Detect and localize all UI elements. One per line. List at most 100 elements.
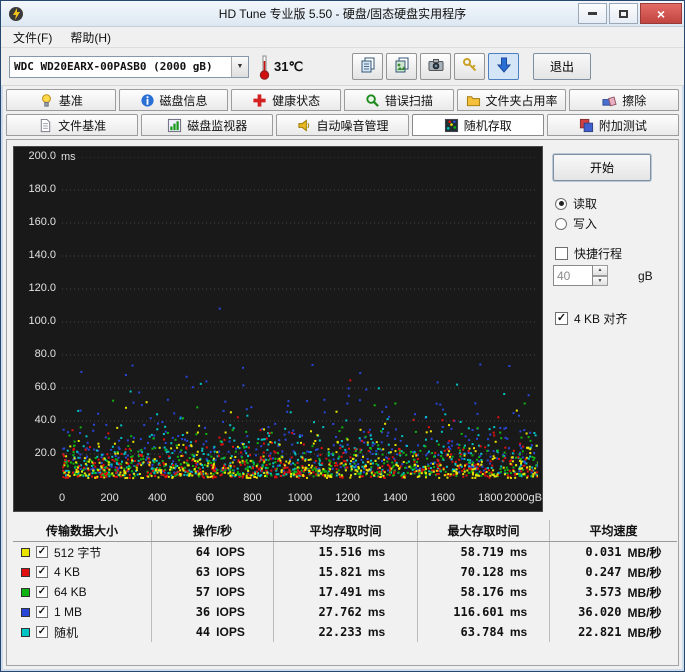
column-header: 传输数据大小 <box>45 524 118 538</box>
random-icon <box>444 118 459 133</box>
column-header: 平均存取时间 <box>273 520 417 541</box>
metric-value: 27.762 <box>318 605 362 619</box>
gb-unit-label: gB <box>638 268 653 283</box>
align-checkbox[interactable]: 4 KB 对齐 <box>555 310 627 327</box>
tab-health[interactable]: 健康状态 <box>231 89 342 111</box>
download-arrow-icon <box>496 57 512 76</box>
options-button[interactable] <box>454 53 486 80</box>
metric-unit: ms <box>509 565 528 579</box>
maximize-button[interactable] <box>609 3 638 24</box>
tab-extra-tests[interactable]: 附加测试 <box>546 114 680 136</box>
metric-value: 44 <box>195 625 211 639</box>
tab-label: 磁盘信息 <box>159 93 208 108</box>
metric-unit: MB/秒 <box>627 585 662 600</box>
metric-unit: MB/秒 <box>627 625 662 640</box>
metric-value: 57 <box>195 585 211 599</box>
metric-value: 70.128 <box>460 565 504 579</box>
series-color-swatch <box>21 547 30 557</box>
shortstroke-size-input[interactable] <box>553 265 593 286</box>
tab-label: 错误扫描 <box>384 93 433 108</box>
y-tick-label: 60.0 <box>34 381 56 393</box>
y-tick-label: 80.0 <box>34 348 56 360</box>
copy-image-button[interactable] <box>386 53 418 80</box>
spin-down-icon[interactable] <box>593 275 608 286</box>
metric-cell: 0.247 MB/秒 <box>549 562 677 582</box>
series-checkbox[interactable] <box>36 606 48 618</box>
drive-select-value: WDC WD20EARX-00PASB0 (2000 gB) <box>14 60 213 73</box>
metric-unit: IOPS <box>216 585 245 599</box>
tab-file-benchmark[interactable]: 文件基准 <box>6 114 139 136</box>
series-cell: 1 MB <box>13 602 151 622</box>
tab-aam[interactable]: 自动噪音管理 <box>276 114 409 136</box>
save-results-button[interactable] <box>488 53 520 80</box>
minimize-button[interactable] <box>578 3 607 24</box>
series-checkbox[interactable] <box>36 546 48 558</box>
tab-label: 擦除 <box>622 93 647 108</box>
metric-value: 36.020 <box>578 605 622 619</box>
file-icon <box>38 118 53 133</box>
metric-unit: MB/秒 <box>627 545 662 560</box>
y-tick-label: 140.0 <box>28 249 56 261</box>
column-header: 最大存取时间 <box>417 520 549 541</box>
metric-cell: 27.762 ms <box>273 602 417 622</box>
tab-disk-info[interactable]: 磁盘信息 <box>118 89 229 111</box>
metric-unit: ms <box>367 585 386 599</box>
metric-unit: ms <box>367 565 386 579</box>
chevron-down-icon[interactable] <box>231 56 248 77</box>
metric-cell: 36 IOPS <box>151 602 273 622</box>
metric-cell: 70.128 ms <box>417 562 549 582</box>
metric-value: 63 <box>195 565 211 579</box>
tab-erase[interactable]: 擦除 <box>569 89 680 111</box>
read-radio[interactable]: 读取 <box>555 195 597 212</box>
series-cell: 4 KB <box>13 562 151 582</box>
metric-cell: 44 IOPS <box>151 622 273 642</box>
checkbox-checked-icon <box>555 312 568 325</box>
write-radio[interactable]: 写入 <box>555 215 597 232</box>
y-tick-label: 180.0 <box>28 183 56 195</box>
metric-unit: ms <box>367 625 386 639</box>
table-row: 1 MB 36 IOPS 27.762 ms 116.601 ms 36.020 MB/秒 <box>13 602 677 622</box>
tab-error-scan[interactable]: 错误扫描 <box>344 89 454 111</box>
screenshot-button[interactable] <box>420 53 452 80</box>
menu-help[interactable]: 帮助(H) <box>61 27 120 48</box>
copy-text-button[interactable] <box>352 53 384 80</box>
metric-unit: IOPS <box>216 605 245 619</box>
exit-button[interactable]: 退出 <box>533 53 592 80</box>
series-checkbox[interactable] <box>36 586 48 598</box>
scatter-plot <box>62 157 538 480</box>
tab-label: 文件夹占用率 <box>485 93 558 108</box>
shortstroke-checkbox[interactable]: 快捷行程 <box>555 245 622 262</box>
metric-value: 17.491 <box>318 585 362 599</box>
drive-select[interactable]: WDC WD20EARX-00PASB0 (2000 gB) <box>9 55 249 78</box>
metric-value: 22.233 <box>318 625 362 639</box>
monitor-icon <box>167 118 182 133</box>
results-table-body: 512 字节64IOPS15.516ms58.719ms0.031MB/秒4 K… <box>13 542 677 642</box>
menu-file[interactable]: 文件(F) <box>4 27 61 48</box>
tab-benchmark[interactable]: 基准 <box>6 89 116 111</box>
series-label: 1 MB <box>54 605 83 619</box>
radio-selected-icon <box>555 197 567 210</box>
close-icon <box>657 7 665 21</box>
tab-folder-usage[interactable]: 文件夹占用率 <box>456 89 567 111</box>
metric-value: 22.821 <box>578 625 622 639</box>
tab-random-access[interactable]: 随机存取 <box>411 114 544 136</box>
metric-cell: 58.176 ms <box>417 582 549 602</box>
series-label: 64 KB <box>54 585 87 599</box>
series-checkbox[interactable] <box>36 566 48 578</box>
title-bar[interactable]: HD Tune 专业版 5.50 - 硬盘/固态硬盘实用程序 <box>1 1 684 27</box>
scan-icon <box>365 93 380 108</box>
thermometer-icon <box>258 54 271 80</box>
start-button[interactable]: 开始 <box>553 154 651 181</box>
test-options-panel: 开始 读取 写入 快捷行程 gB 4 KB 对齐 <box>547 146 681 512</box>
close-button[interactable] <box>640 3 682 24</box>
metric-cell: 57 IOPS <box>151 582 273 602</box>
shortstroke-label: 快捷行程 <box>574 247 623 261</box>
y-tick-label: 160.0 <box>28 216 56 228</box>
metric-value: 0.031 <box>585 545 622 559</box>
series-checkbox[interactable] <box>36 626 48 638</box>
spinner-buttons[interactable] <box>593 265 608 286</box>
tab-disk-monitor[interactable]: 磁盘监视器 <box>141 114 274 136</box>
metric-unit: ms <box>367 545 386 559</box>
spin-up-icon[interactable] <box>593 265 608 276</box>
shortstroke-size-row: gB <box>553 265 653 286</box>
